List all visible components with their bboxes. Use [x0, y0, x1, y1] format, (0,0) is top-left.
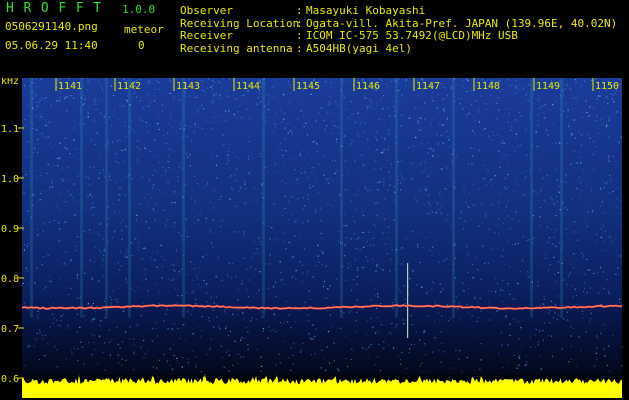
app-title: H R O F F T [6, 1, 102, 16]
info-value: Ogata-vill. Akita-Pref. JAPAN (139.96E, … [306, 16, 618, 30]
spectrogram: kHz 1.1 1.0 0.9 0.8 0.7 0.6 1141 1142 11… [1, 78, 623, 398]
meteor-label: meteor [124, 23, 164, 36]
info-value: ICOM IC-575 53.7492(@LCD)MHz USB [306, 29, 518, 42]
meteor-count: 0 [138, 39, 145, 52]
y-tick-label: 0.7 [1, 324, 19, 335]
info-value: Masayuki Kobayashi [306, 4, 426, 17]
spectrogram-panel: kHz 1.1 1.0 0.9 0.8 0.7 0.6 1141 1142 11… [0, 78, 629, 400]
y-tick-label: 0.8 [1, 274, 19, 285]
y-axis-unit: kHz [1, 78, 19, 87]
x-tick-label: 1149 [536, 81, 560, 92]
signal-level-bar [22, 374, 622, 398]
x-tick-label: 1144 [236, 81, 260, 92]
app-version: 1.0.0 [122, 3, 156, 16]
x-tick-label: 1145 [296, 81, 320, 92]
x-tick-label: 1143 [176, 81, 200, 92]
y-tick-label: 1.1 [1, 124, 19, 135]
y-tick-label: 1.0 [1, 174, 19, 185]
x-tick-label: 1148 [476, 81, 500, 92]
info-key: Observer [180, 4, 233, 17]
x-tick-label: 1141 [58, 81, 82, 92]
header-panel: H R O F F T 1.0.0 0506291140.png 05.06.2… [0, 0, 629, 78]
x-tick-label: 1142 [117, 81, 141, 92]
info-key: Receiving antenna [180, 41, 293, 55]
image-filename: 0506291140.png [5, 20, 98, 33]
y-tick-label: 0.6 [1, 374, 19, 385]
x-tick-label: 1150 [595, 81, 619, 92]
station-info: Observer: Masayuki Kobayashi Receiving Lo… [180, 4, 618, 55]
echo-spikes [407, 263, 409, 338]
y-tick-label: 0.9 [1, 224, 19, 235]
capture-timestamp: 05.06.29 11:40 [5, 39, 98, 52]
x-tick-label: 1146 [356, 81, 380, 92]
info-value: A504HB(yagi 4el) [306, 41, 412, 55]
info-row-antenna: Receiving antenna: A504HB(yagi 4el) [180, 41, 412, 55]
info-key: Receiver [180, 29, 233, 42]
x-tick-label: 1147 [416, 81, 440, 92]
